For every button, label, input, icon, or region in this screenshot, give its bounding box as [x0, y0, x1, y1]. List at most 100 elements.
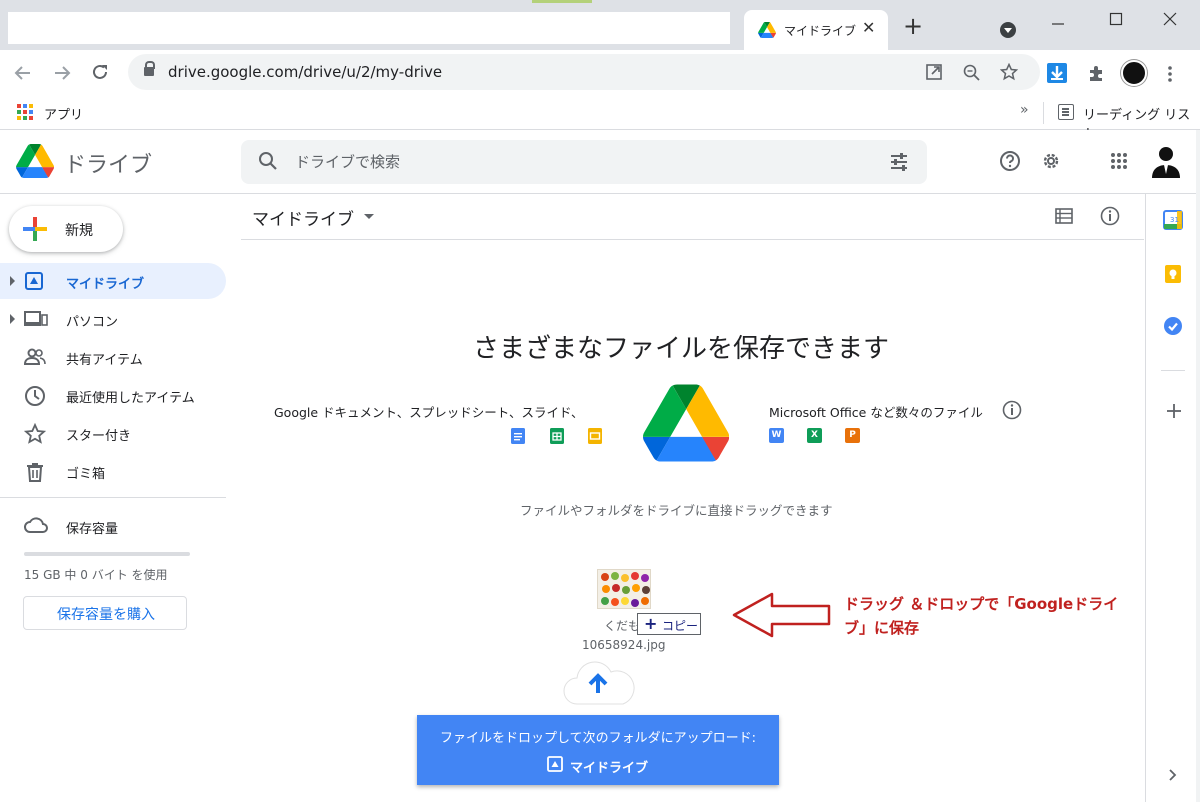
shared-icon: [24, 348, 46, 365]
tasks-icon[interactable]: [1163, 316, 1183, 336]
plus-icon: [23, 217, 47, 241]
sidebar-divider: [0, 497, 226, 498]
storage-usage-text: 15 GB 中 0 バイト を使用: [24, 568, 168, 582]
bookmarks-overflow-icon[interactable]: »: [1020, 102, 1029, 118]
google-apps-icon[interactable]: [1110, 152, 1128, 170]
google-docs-text: Google ドキュメント、スプレッドシート、スライド、: [274, 405, 584, 420]
browser-toolbar: drive.google.com/drive/u/2/my-drive: [0, 50, 1200, 96]
annotation-text: ドラッグ ＆ドロップで「Googleドライブ」に保存: [844, 595, 1119, 637]
bookmarks-bar: アプリ » リーディング リスト: [0, 96, 1200, 142]
copy-plus-icon: +: [644, 614, 658, 633]
redacted-area: [8, 12, 730, 44]
zoom-icon[interactable]: [963, 64, 980, 81]
powerpoint-icon: P: [845, 428, 860, 443]
new-button[interactable]: 新規: [9, 206, 123, 252]
page-title[interactable]: マイドライブ: [252, 205, 354, 230]
google-sheets-icon: [550, 428, 564, 444]
back-icon[interactable]: [14, 64, 32, 82]
browser-titlebar: マイドライブ ✕ +: [0, 0, 1200, 50]
browser-menu-icon[interactable]: [1167, 66, 1173, 82]
annotation-arrow-icon: [732, 592, 831, 638]
upload-drop-zone[interactable]: ファイルをドロップして次のフォルダにアップロード: マイドライブ: [417, 715, 779, 785]
sidebar-item-shared[interactable]: 共有アイテム: [0, 339, 226, 375]
search-options-icon[interactable]: [889, 152, 909, 172]
minimize-icon[interactable]: [1051, 17, 1065, 31]
info-icon[interactable]: [1100, 206, 1120, 226]
sidebar-item-label: ゴミ箱: [66, 467, 106, 482]
tab-close-icon[interactable]: ✕: [862, 18, 875, 37]
sidebar-item-label: 共有アイテム: [66, 353, 143, 368]
bookmark-apps[interactable]: アプリ: [44, 104, 83, 123]
chevron-right-icon[interactable]: [1169, 769, 1177, 781]
info-icon[interactable]: [1002, 400, 1022, 420]
search-icon[interactable]: [257, 150, 279, 172]
sidebar-item-my-drive[interactable]: マイドライブ: [0, 263, 226, 299]
google-docs-icon: [511, 428, 525, 444]
download-extension-icon[interactable]: [1047, 63, 1067, 83]
sidebar-item-label: スター付き: [66, 429, 132, 444]
product-name[interactable]: ドライブ: [64, 147, 152, 179]
sidebar-item-computers[interactable]: パソコン: [0, 301, 226, 337]
dragged-file-thumbnail[interactable]: [597, 569, 651, 609]
buy-storage-button[interactable]: 保存容量を購入: [23, 596, 187, 630]
svg-text:31: 31: [1170, 216, 1179, 224]
calendar-icon[interactable]: 31: [1163, 210, 1183, 230]
side-panel-divider: [1161, 370, 1185, 371]
window-close-icon[interactable]: [1163, 12, 1177, 26]
storage-usage-bar: [24, 552, 190, 556]
drive-hero-logo-icon: [643, 384, 729, 462]
reload-icon[interactable]: [91, 63, 109, 81]
maximize-icon[interactable]: [1109, 12, 1123, 26]
copy-cursor-badge: + コピー: [637, 613, 701, 635]
sidebar-item-starred[interactable]: スター付き: [0, 415, 226, 451]
computers-icon: [24, 311, 48, 326]
storage-label[interactable]: 保存容量: [66, 518, 118, 537]
scrollbar[interactable]: [1196, 130, 1200, 802]
apps-grid-icon[interactable]: [17, 104, 33, 120]
sidebar-item-label: パソコン: [66, 315, 119, 330]
add-addon-icon[interactable]: [1167, 404, 1181, 418]
google-slides-icon: [588, 428, 602, 444]
list-view-icon[interactable]: [1055, 208, 1073, 224]
search-input[interactable]: [295, 151, 855, 173]
bookmark-star-icon[interactable]: [1000, 63, 1018, 81]
expand-caret-icon[interactable]: [10, 276, 15, 286]
address-bar[interactable]: drive.google.com/drive/u/2/my-drive: [128, 54, 1040, 90]
extensions-puzzle-icon[interactable]: [1087, 64, 1105, 82]
open-in-app-icon[interactable]: [926, 64, 942, 80]
new-tab-button[interactable]: +: [903, 14, 923, 38]
titlebar-accent: [532, 0, 592, 3]
clock-icon: [25, 386, 45, 406]
keep-icon[interactable]: [1163, 264, 1183, 284]
forward-icon[interactable]: [53, 64, 71, 82]
settings-gear-icon[interactable]: [1040, 150, 1062, 172]
copy-label: コピー: [662, 619, 699, 633]
tab-title: マイドライブ: [784, 24, 857, 38]
reading-list-icon[interactable]: [1058, 104, 1074, 120]
drive-logo-icon[interactable]: [16, 144, 54, 178]
account-avatar[interactable]: [1150, 144, 1182, 178]
drag-hint-text: ファイルやフォルダをドライブに直接ドラッグできます: [520, 503, 833, 518]
help-icon[interactable]: [999, 150, 1021, 172]
sidebar-item-label: 最近使用したアイテム: [66, 391, 195, 406]
drive-header: ドライブ: [0, 130, 1200, 194]
excel-icon: X: [807, 428, 822, 443]
side-panel: 31: [1145, 194, 1200, 802]
upload-cloud-icon: [563, 661, 635, 705]
sidebar-item-trash[interactable]: ゴミ箱: [0, 453, 226, 489]
expand-caret-icon[interactable]: [10, 314, 15, 324]
upload-target-folder: マイドライブ: [570, 761, 649, 776]
browser-tab[interactable]: マイドライブ ✕: [744, 10, 888, 50]
bookmarks-divider: [1043, 102, 1044, 124]
word-icon: W: [769, 428, 784, 443]
title-dropdown-icon[interactable]: [364, 214, 374, 219]
sidebar-item-recent[interactable]: 最近使用したアイテム: [0, 377, 226, 413]
profile-avatar[interactable]: [1121, 60, 1147, 86]
screen: マイドライブ ✕ + drive.google.com/drive/u/2/my…: [0, 0, 1200, 802]
drive-favicon-icon: [758, 22, 776, 38]
buy-storage-label: 保存容量を購入: [57, 607, 155, 623]
tab-search-icon[interactable]: [1000, 22, 1016, 38]
star-icon: [24, 423, 46, 444]
drive-search-box: [241, 140, 927, 184]
sidebar-item-label: マイドライブ: [66, 277, 145, 292]
